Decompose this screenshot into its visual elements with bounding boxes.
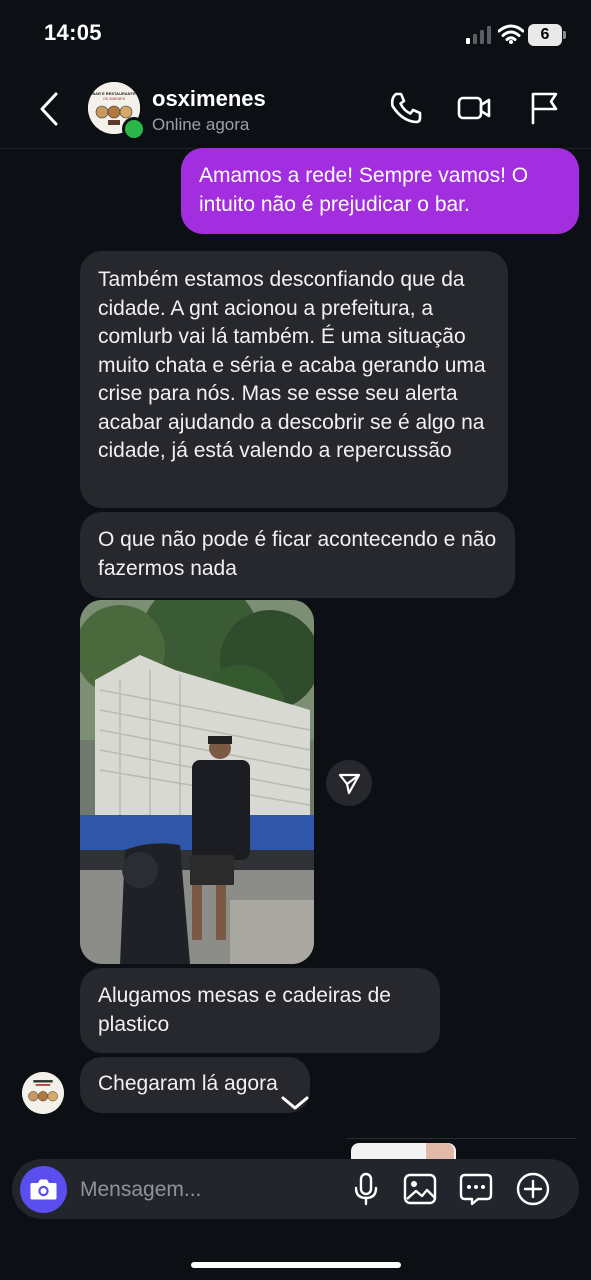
home-indicator [191,1262,401,1268]
flag-icon[interactable] [526,90,562,126]
message-text: Chegaram lá agora [98,1072,278,1095]
camera-icon [30,1179,57,1200]
received-message-bubble[interactable]: Alugamos mesas e cadeiras de plastico [80,968,440,1053]
contact-status: Online agora [152,115,250,134]
received-message-bubble[interactable]: O que não pode é ficar acontecendo e não… [80,512,515,598]
cellular-signal-icon [466,26,491,44]
battery-level: 6 [540,26,550,43]
gallery-icon[interactable] [402,1171,438,1207]
message-text: O que não pode é ficar acontecendo e não… [98,528,497,580]
bar-logo-small-image [22,1072,64,1114]
logo-line1: BAR E RESTAURANTE [92,91,136,96]
back-chevron-icon[interactable] [36,90,64,128]
status-time: 14:05 [44,20,102,45]
received-message-bubble[interactable]: Também estamos desconfiando que da cidad… [80,251,508,508]
battery-icon: 6 [528,24,566,46]
video-call-icon[interactable] [456,90,492,126]
photo-image [80,600,314,964]
logo-line2: OS XIMENES [103,97,126,101]
chevron-down-icon[interactable] [280,1094,310,1112]
wifi-icon [498,24,524,44]
phone-call-icon[interactable] [388,90,424,126]
add-plus-icon[interactable] [515,1171,551,1207]
partial-media-thumbnail [426,1143,454,1159]
send-share-icon [338,773,361,795]
contact-name[interactable]: osximenes [152,86,266,112]
received-photo[interactable] [80,600,314,964]
share-button[interactable] [326,760,372,806]
message-text: Alugamos mesas e cadeiras de plastico [98,984,391,1036]
message-text: Também estamos desconfiando que da cidad… [98,268,486,462]
message-input[interactable] [80,1166,340,1213]
sender-avatar[interactable] [22,1072,64,1114]
microphone-icon[interactable] [348,1171,384,1207]
separator-line [346,1138,576,1139]
camera-button[interactable] [20,1166,67,1213]
received-message-bubble[interactable]: Chegaram lá agora [80,1057,310,1113]
online-indicator [122,117,146,141]
sent-message-bubble[interactable]: Amamos a rede! Sempre vamos! O intuito n… [181,148,579,234]
message-text: Amamos a rede! Sempre vamos! O intuito n… [199,164,529,216]
sticker-chat-icon[interactable] [458,1171,494,1207]
